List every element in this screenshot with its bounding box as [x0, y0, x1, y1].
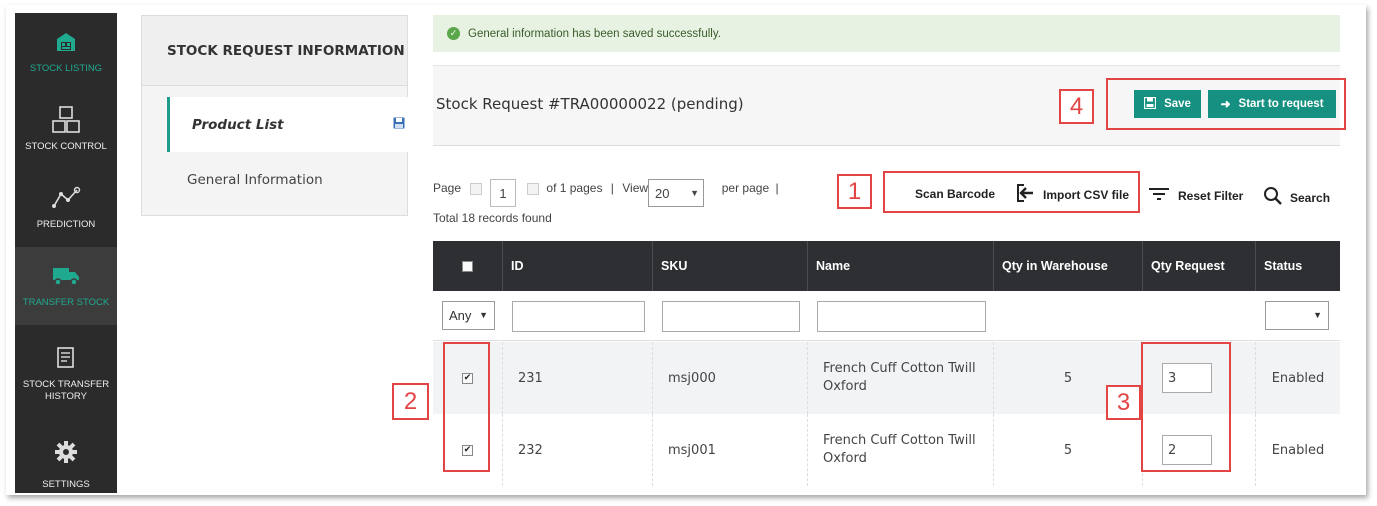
cell-name: French Cuff Cotton Twill Oxford	[808, 414, 994, 486]
view-per-page-value: 20	[655, 185, 670, 201]
annotation-box-actions	[1106, 78, 1346, 130]
success-message: ✓ General information has been saved suc…	[433, 15, 1340, 52]
history-icon	[15, 345, 117, 371]
sidebar-item-label: TRANSFER STOCK	[22, 297, 110, 308]
sidebar-item-label: PREDICTION	[36, 219, 96, 230]
sidebar-item-label: STOCK CONTROL	[25, 141, 107, 152]
col-sku[interactable]: SKU	[653, 241, 808, 291]
app-window: STOCK LISTING STOCK CONTROL PREDICTION T…	[6, 5, 1366, 495]
name-line: French Cuff Cotton Twill	[823, 433, 976, 448]
chart-line-icon	[15, 185, 117, 211]
chevron-down-icon: ▼	[479, 310, 488, 320]
cell-sku: msj000	[653, 342, 808, 414]
next-page-button[interactable]	[527, 182, 540, 195]
panel-title: STOCK REQUEST INFORMATION	[142, 16, 407, 86]
tab-label: General Information	[187, 171, 323, 188]
total-records: Total 18 records found	[433, 211, 552, 225]
gear-icon	[15, 439, 117, 465]
filter-id-input[interactable]	[512, 301, 645, 332]
search-icon	[1264, 187, 1282, 208]
filter-status-select[interactable]: ▼	[1265, 301, 1329, 330]
filter-name-input[interactable]	[817, 301, 986, 332]
of-pages-text: of 1 pages	[546, 181, 603, 195]
sidebar-item-stock-control[interactable]: STOCK CONTROL	[15, 91, 117, 169]
name-line: French Cuff Cotton Twill	[823, 361, 976, 376]
page-label: Page	[433, 181, 462, 195]
separator: |	[775, 181, 779, 195]
search-label: Search	[1290, 190, 1331, 205]
page-title: Stock Request #TRA00000022 (pending)	[436, 95, 744, 113]
annotation-label-1: 1	[837, 174, 872, 209]
sidebar-item-settings[interactable]: SETTINGS	[15, 425, 117, 495]
tab-label: Product List	[192, 116, 284, 133]
page-number-input[interactable]: 1	[490, 179, 516, 207]
cell-status: Enabled	[1271, 370, 1325, 386]
sidebar: STOCK LISTING STOCK CONTROL PREDICTION T…	[15, 13, 117, 493]
floppy-disk-icon	[393, 117, 405, 133]
sidebar-item-prediction[interactable]: PREDICTION	[15, 169, 117, 247]
chevron-down-icon: ▼	[690, 188, 699, 198]
sidebar-item-label: SETTINGS	[42, 479, 90, 490]
col-id[interactable]: ID	[503, 241, 653, 291]
table-header: ID SKU Name Qty in Warehouse Qty Request…	[433, 241, 1340, 291]
annotation-box-toolbar	[883, 171, 1140, 213]
boxes-icon	[15, 106, 117, 133]
truck-icon	[15, 263, 117, 289]
col-qty-in-warehouse[interactable]: Qty in Warehouse	[994, 241, 1143, 291]
col-name[interactable]: Name	[808, 241, 994, 291]
filter-row: Any ▼ ▼	[433, 291, 1340, 341]
name-line: Oxford	[823, 451, 867, 466]
select-all-cell	[433, 241, 503, 291]
sidebar-item-stock-listing[interactable]: STOCK LISTING	[15, 13, 117, 91]
tab-general-information[interactable]: General Information	[167, 152, 408, 207]
filter-select-any[interactable]: Any ▼	[442, 301, 495, 330]
warehouse-icon	[15, 29, 117, 55]
per-page-label: per page	[721, 181, 770, 195]
filter-icon	[1149, 187, 1169, 204]
sidebar-item-stock-transfer-history[interactable]: STOCK TRANSFER HISTORY	[15, 333, 117, 411]
tab-product-list[interactable]: Product List	[167, 97, 408, 152]
cell-name: French Cuff Cotton Twill Oxford	[808, 342, 994, 414]
chevron-down-icon: ▼	[1313, 310, 1322, 320]
check-circle-icon: ✓	[447, 27, 460, 40]
filter-select-value: Any	[449, 308, 472, 323]
prev-page-button[interactable]	[470, 182, 483, 195]
pagination: Page of 1 pages | View per page | 1 20 ▼	[433, 179, 779, 207]
sidebar-item-label: STOCK TRANSFER HISTORY	[22, 379, 110, 402]
select-all-checkbox[interactable]	[462, 260, 473, 272]
sidebar-item-transfer-stock[interactable]: TRANSFER STOCK	[15, 247, 117, 325]
sidebar-item-label: STOCK LISTING	[29, 63, 103, 74]
separator: |	[610, 181, 614, 195]
search-button[interactable]: Search	[1264, 187, 1330, 208]
cell-id: 232	[503, 414, 653, 486]
reset-filter-label: Reset Filter	[1178, 188, 1244, 203]
cell-status: Enabled	[1271, 442, 1325, 458]
reset-filter-button[interactable]: Reset Filter	[1149, 187, 1243, 204]
annotation-label-3: 3	[1106, 385, 1141, 420]
col-status[interactable]: Status	[1256, 241, 1340, 291]
name-line: Oxford	[823, 379, 867, 394]
cell-qty-warehouse: 5	[994, 414, 1143, 486]
col-qty-request[interactable]: Qty Request	[1143, 241, 1256, 291]
view-per-page-select[interactable]: 20 ▼	[648, 179, 704, 207]
annotation-label-4: 4	[1059, 89, 1094, 124]
stock-request-info-panel: STOCK REQUEST INFORMATION Product List G…	[141, 15, 408, 216]
annotation-box-qty	[1141, 342, 1231, 472]
annotation-box-checkboxes	[443, 342, 490, 472]
annotation-label-2: 2	[392, 383, 429, 420]
cell-id: 231	[503, 342, 653, 414]
success-message-text: General information has been saved succe…	[468, 27, 721, 40]
cell-sku: msj001	[653, 414, 808, 486]
filter-sku-input[interactable]	[662, 301, 800, 332]
view-label: View	[622, 181, 649, 195]
